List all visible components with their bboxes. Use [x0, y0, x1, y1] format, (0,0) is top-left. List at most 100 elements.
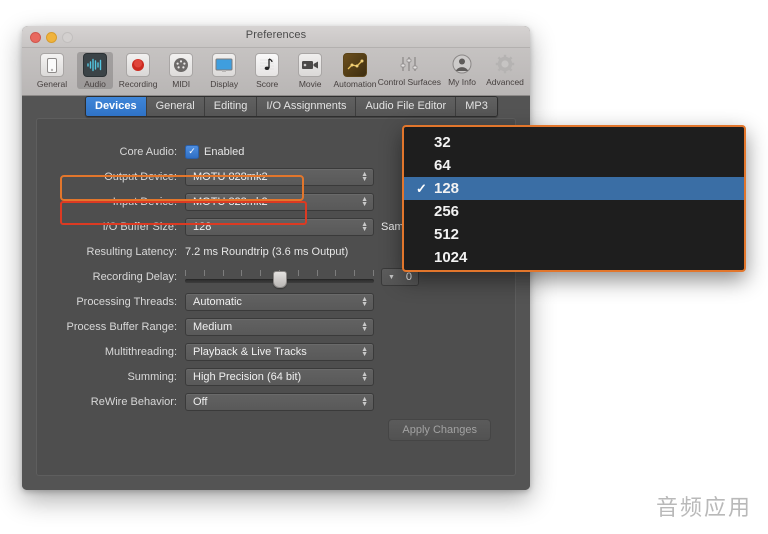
tab-devices[interactable]: Devices: [86, 97, 147, 116]
multithreading-select[interactable]: Playback & Live Tracks ▲ ▼: [185, 342, 374, 361]
watermark: 音频应用: [655, 496, 752, 521]
recording-delay-value: 0: [405, 270, 412, 283]
toolbar-item-automation[interactable]: Automation: [333, 52, 377, 89]
menu-item-label: 128: [434, 180, 460, 197]
menu-item-label: 64: [434, 157, 451, 174]
input-device-value: MOTU 828mk2: [193, 195, 268, 208]
monitor-icon: [212, 53, 237, 77]
io-buffer-size-select[interactable]: 128 ▲ ▼: [185, 217, 374, 236]
chevron-down-icon: ▼: [388, 273, 395, 281]
process-buffer-range-value: Medium: [193, 320, 233, 333]
chevron-updown-icon: ▲ ▼: [361, 220, 368, 233]
input-device-select[interactable]: MOTU 828mk2 ▲ ▼: [185, 192, 374, 211]
output-device-select[interactable]: MOTU 828mk2 ▲ ▼: [185, 167, 374, 186]
summing-value: High Precision (64 bit): [193, 370, 302, 383]
tab-editing[interactable]: Editing: [204, 97, 258, 116]
core-audio-checkbox-label: Enabled: [204, 145, 245, 158]
toolbar-item-recording[interactable]: Recording: [118, 52, 158, 89]
process-buffer-range-select[interactable]: Medium ▲ ▼: [185, 317, 374, 336]
midi-port-icon: [169, 53, 194, 77]
rewire-behavior-value: Off: [193, 395, 208, 408]
toolbar-item-midi[interactable]: MIDI: [163, 52, 199, 89]
tab-bar: Devices General Editing I/O Assignments …: [85, 96, 498, 117]
row-summing: Summing: High Precision (64 bit) ▲ ▼: [37, 366, 515, 387]
processing-threads-select[interactable]: Automatic ▲ ▼: [185, 292, 374, 311]
toolbar-label: Recording: [118, 79, 158, 89]
output-device-label: Output Device:: [104, 170, 177, 183]
record-dot-icon: [126, 53, 151, 77]
summing-label: Summing:: [127, 370, 177, 383]
toolbar-item-general[interactable]: General: [34, 52, 70, 89]
menu-item-label: 256: [434, 203, 460, 220]
io-buffer-size-value: 128: [193, 220, 212, 233]
row-multithreading: Multithreading: Playback & Live Tracks ▲…: [37, 341, 515, 362]
io-buffer-size-label: I/O Buffer Size:: [102, 220, 177, 233]
preferences-toolbar: General Audio Recording MIDI Display Sco…: [22, 48, 530, 96]
chevron-updown-icon: ▲ ▼: [361, 320, 368, 333]
toolbar-label: General: [36, 79, 68, 89]
row-process-buffer-range: Process Buffer Range: Medium ▲ ▼: [37, 316, 515, 337]
checkmark-icon: ✓: [416, 180, 427, 196]
toolbar-label: Control Surfaces: [377, 77, 441, 87]
toolbar-item-audio[interactable]: Audio: [77, 52, 113, 89]
output-device-value: MOTU 828mk2: [193, 170, 268, 183]
tab-audio-file-editor[interactable]: Audio File Editor: [356, 97, 457, 116]
automation-curve-icon: [342, 53, 367, 77]
menu-item-label: 512: [434, 226, 460, 243]
audio-waveform-icon: [83, 53, 107, 77]
rewire-behavior-select[interactable]: Off ▲ ▼: [185, 392, 374, 411]
video-camera-icon: [298, 53, 323, 77]
core-audio-checkbox[interactable]: ✓: [185, 144, 199, 159]
toolbar-label: Movie: [298, 79, 322, 89]
input-device-label: Input Device:: [112, 195, 177, 208]
toolbar-item-my-info[interactable]: My Info: [444, 52, 480, 87]
toolbar-label: MIDI: [172, 79, 191, 89]
tab-general[interactable]: General: [146, 97, 205, 116]
menu-item-64[interactable]: 64: [404, 154, 744, 177]
person-icon: [451, 53, 473, 75]
toolbar-item-advanced[interactable]: Advanced: [486, 52, 524, 87]
multithreading-label: Multithreading:: [104, 345, 177, 358]
toolbar-item-score[interactable]: Score: [249, 52, 285, 89]
menu-item-256[interactable]: 256: [404, 200, 744, 223]
menu-item-32[interactable]: 32: [404, 131, 744, 154]
toolbar-item-control-surfaces[interactable]: Control Surfaces: [378, 52, 441, 87]
toolbar-item-display[interactable]: Display: [206, 52, 242, 89]
toolbar-item-movie[interactable]: Movie: [292, 52, 328, 89]
process-buffer-range-label: Process Buffer Range:: [66, 320, 177, 333]
chevron-updown-icon: ▲ ▼: [361, 295, 368, 308]
recording-delay-slider[interactable]: [185, 268, 374, 288]
processing-threads-value: Automatic: [193, 295, 242, 308]
core-audio-label: Core Audio:: [119, 145, 177, 158]
recording-delay-label: Recording Delay:: [92, 270, 177, 283]
multithreading-value: Playback & Live Tracks: [193, 345, 307, 358]
chevron-updown-icon: ▲ ▼: [361, 345, 368, 358]
toolbar-label: Advanced: [486, 77, 524, 87]
apply-changes-button[interactable]: Apply Changes: [388, 419, 491, 441]
tab-io-assignments[interactable]: I/O Assignments: [257, 97, 357, 116]
menu-item-512[interactable]: 512: [404, 223, 744, 246]
slider-thumb[interactable]: [272, 270, 287, 288]
toolbar-label: Audio: [84, 79, 106, 89]
resulting-latency-label: Resulting Latency:: [86, 245, 178, 258]
processing-threads-label: Processing Threads:: [76, 295, 177, 308]
summing-select[interactable]: High Precision (64 bit) ▲ ▼: [185, 367, 374, 386]
apply-changes-area: Apply Changes: [388, 419, 491, 441]
menu-item-label: 1024: [434, 249, 468, 266]
general-icon: [40, 53, 64, 77]
chevron-updown-icon: ▲ ▼: [361, 170, 368, 183]
toolbar-label: Automation: [333, 79, 377, 89]
window-title: Preferences: [245, 29, 307, 41]
chevron-updown-icon: ▲ ▼: [361, 395, 368, 408]
menu-item-128[interactable]: ✓ 128: [404, 177, 744, 200]
chevron-updown-icon: ▲ ▼: [361, 195, 368, 208]
toolbar-label: My Info: [448, 77, 476, 87]
tab-mp3[interactable]: MP3: [456, 97, 497, 116]
menu-item-label: 32: [434, 134, 451, 151]
toolbar-label: Display: [210, 79, 239, 89]
resulting-latency-value: 7.2 ms Roundtrip (3.6 ms Output): [185, 245, 349, 258]
window-titlebar: Preferences: [22, 26, 530, 48]
menu-item-1024[interactable]: 1024: [404, 246, 744, 269]
music-note-icon: [255, 53, 280, 77]
gear-icon: [494, 53, 516, 75]
